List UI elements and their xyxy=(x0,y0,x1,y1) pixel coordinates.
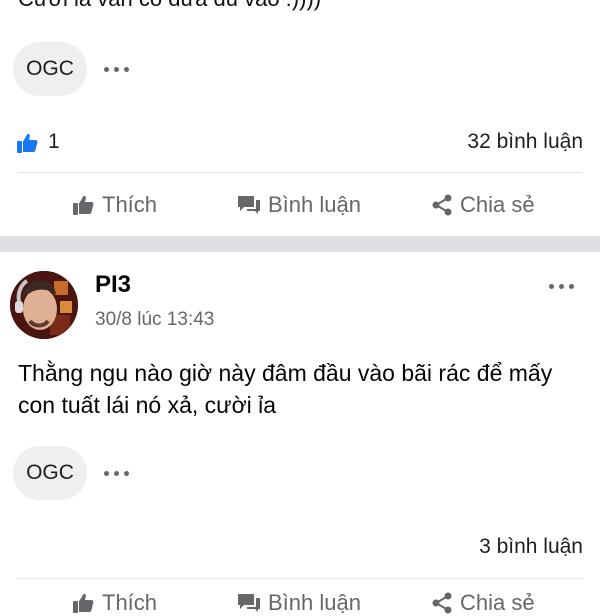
like-button[interactable]: Thích xyxy=(72,192,157,218)
share-button[interactable]: Chia sẻ xyxy=(430,192,535,218)
share-button-label: Chia sẻ xyxy=(460,192,535,217)
divider xyxy=(18,172,582,173)
avatar[interactable] xyxy=(10,271,78,339)
comment-count[interactable]: 32 bình luận xyxy=(467,130,583,154)
post-text: Thằng ngu nào giờ này đâm đầu vào bãi rá… xyxy=(18,360,553,418)
tag-pill[interactable]: OGC xyxy=(13,42,87,96)
thumbs-up-icon xyxy=(73,195,94,215)
like-count[interactable]: 1 xyxy=(48,130,60,154)
more-dots-icon[interactable] xyxy=(549,284,574,289)
more-dots-icon[interactable] xyxy=(104,67,129,72)
share-button-label: Chia sẻ xyxy=(460,590,535,615)
thumbs-up-icon xyxy=(73,593,94,613)
like-button[interactable]: Thích xyxy=(72,590,157,616)
share-button[interactable]: Chia sẻ xyxy=(430,590,535,616)
comment-button-label: Bình luận xyxy=(268,590,361,615)
like-button-label: Thích xyxy=(102,590,158,615)
comment-button[interactable]: Bình luận xyxy=(236,590,361,616)
post-text-tail: Cười ỉa vẫn cố đưa đủ vào :)))) xyxy=(18,0,321,12)
post-timestamp[interactable]: 30/8 lúc 13:43 xyxy=(95,309,214,331)
comment-button[interactable]: Bình luận xyxy=(236,192,361,218)
comment-count[interactable]: 3 bình luận xyxy=(479,535,583,559)
more-dots-icon[interactable] xyxy=(104,471,129,476)
comment-icon xyxy=(238,594,260,612)
comment-button-label: Bình luận xyxy=(268,192,361,217)
like-button-label: Thích xyxy=(102,192,158,217)
like-reaction-icon xyxy=(16,131,40,155)
divider xyxy=(18,578,582,579)
comment-icon xyxy=(238,196,260,214)
share-icon xyxy=(432,592,452,614)
tag-pill[interactable]: OGC xyxy=(13,446,87,500)
author-name[interactable]: PI3 xyxy=(95,271,131,299)
share-icon xyxy=(432,194,452,216)
post-separator xyxy=(0,236,600,252)
